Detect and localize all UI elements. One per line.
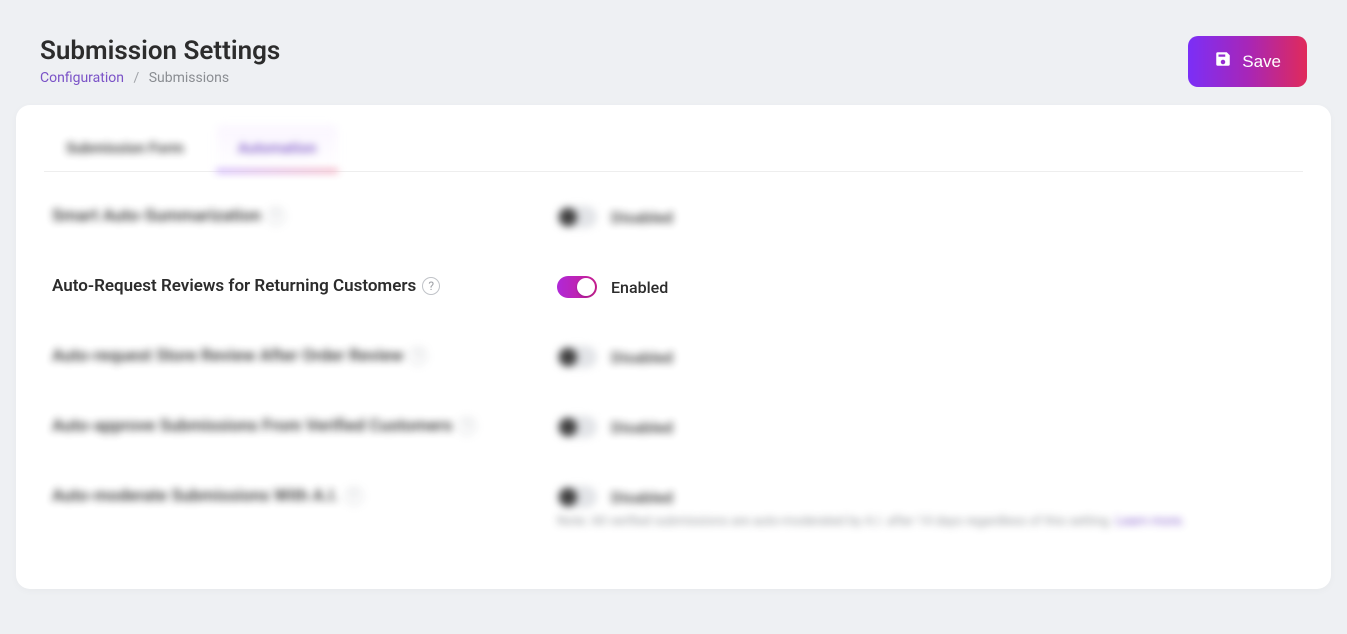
save-button-label: Save xyxy=(1242,52,1281,72)
breadcrumb-current: Submissions xyxy=(149,70,229,86)
setting-label: Auto-Request Reviews for Returning Custo… xyxy=(52,276,416,296)
breadcrumb-parent-link[interactable]: Configuration xyxy=(40,70,124,86)
toggle-auto-approve-verified[interactable] xyxy=(557,416,597,438)
tab-automation[interactable]: Automation xyxy=(216,125,339,171)
help-icon[interactable]: ? xyxy=(422,277,440,295)
setting-label: Auto-approve Submissions From Verified C… xyxy=(52,416,452,436)
setting-row-smart-auto-summarization: Smart Auto-Summarization ? Disabled xyxy=(44,182,1303,252)
toggle-smart-auto-summarization[interactable] xyxy=(557,206,597,228)
page-title: Submission Settings xyxy=(40,36,280,66)
toggle-auto-moderate-ai[interactable] xyxy=(557,486,597,508)
toggle-auto-request-returning[interactable] xyxy=(557,276,597,298)
setting-row-auto-approve-verified: Auto-approve Submissions From Verified C… xyxy=(44,392,1303,462)
toggle-state-label: Disabled xyxy=(611,418,673,437)
settings-card: Submission Form Automation Smart Auto-Su… xyxy=(16,105,1331,589)
breadcrumb: Configuration / Submissions xyxy=(40,70,280,86)
toggle-auto-request-store-review[interactable] xyxy=(557,346,597,368)
tab-submission-form[interactable]: Submission Form xyxy=(44,125,206,171)
breadcrumb-separator: / xyxy=(133,70,139,86)
setting-row-auto-request-returning: Auto-Request Reviews for Returning Custo… xyxy=(44,252,1303,322)
help-icon[interactable]: ? xyxy=(458,417,476,435)
save-button[interactable]: Save xyxy=(1188,36,1307,87)
help-icon[interactable]: ? xyxy=(409,347,427,365)
help-icon[interactable]: ? xyxy=(345,487,363,505)
setting-row-auto-moderate-ai: Auto-moderate Submissions With A.I. ? Di… xyxy=(44,462,1303,553)
toggle-state-label: Enabled xyxy=(611,278,668,297)
save-icon xyxy=(1214,50,1232,73)
setting-label: Auto-moderate Submissions With A.I. xyxy=(52,486,339,506)
setting-row-auto-request-store-review: Auto-request Store Review After Order Re… xyxy=(44,322,1303,392)
setting-label: Auto-request Store Review After Order Re… xyxy=(52,346,403,366)
learn-more-link[interactable]: Learn more. xyxy=(1115,514,1184,529)
setting-note: Note: All verified submissions are auto-… xyxy=(557,514,1295,529)
setting-label: Smart Auto-Summarization xyxy=(52,206,261,226)
toggle-state-label: Disabled xyxy=(611,208,673,227)
setting-note-text: Note: All verified submissions are auto-… xyxy=(557,514,1115,529)
help-icon[interactable]: ? xyxy=(267,207,285,225)
toggle-state-label: Disabled xyxy=(611,488,673,507)
toggle-state-label: Disabled xyxy=(611,348,673,367)
tabs: Submission Form Automation xyxy=(44,115,1303,172)
